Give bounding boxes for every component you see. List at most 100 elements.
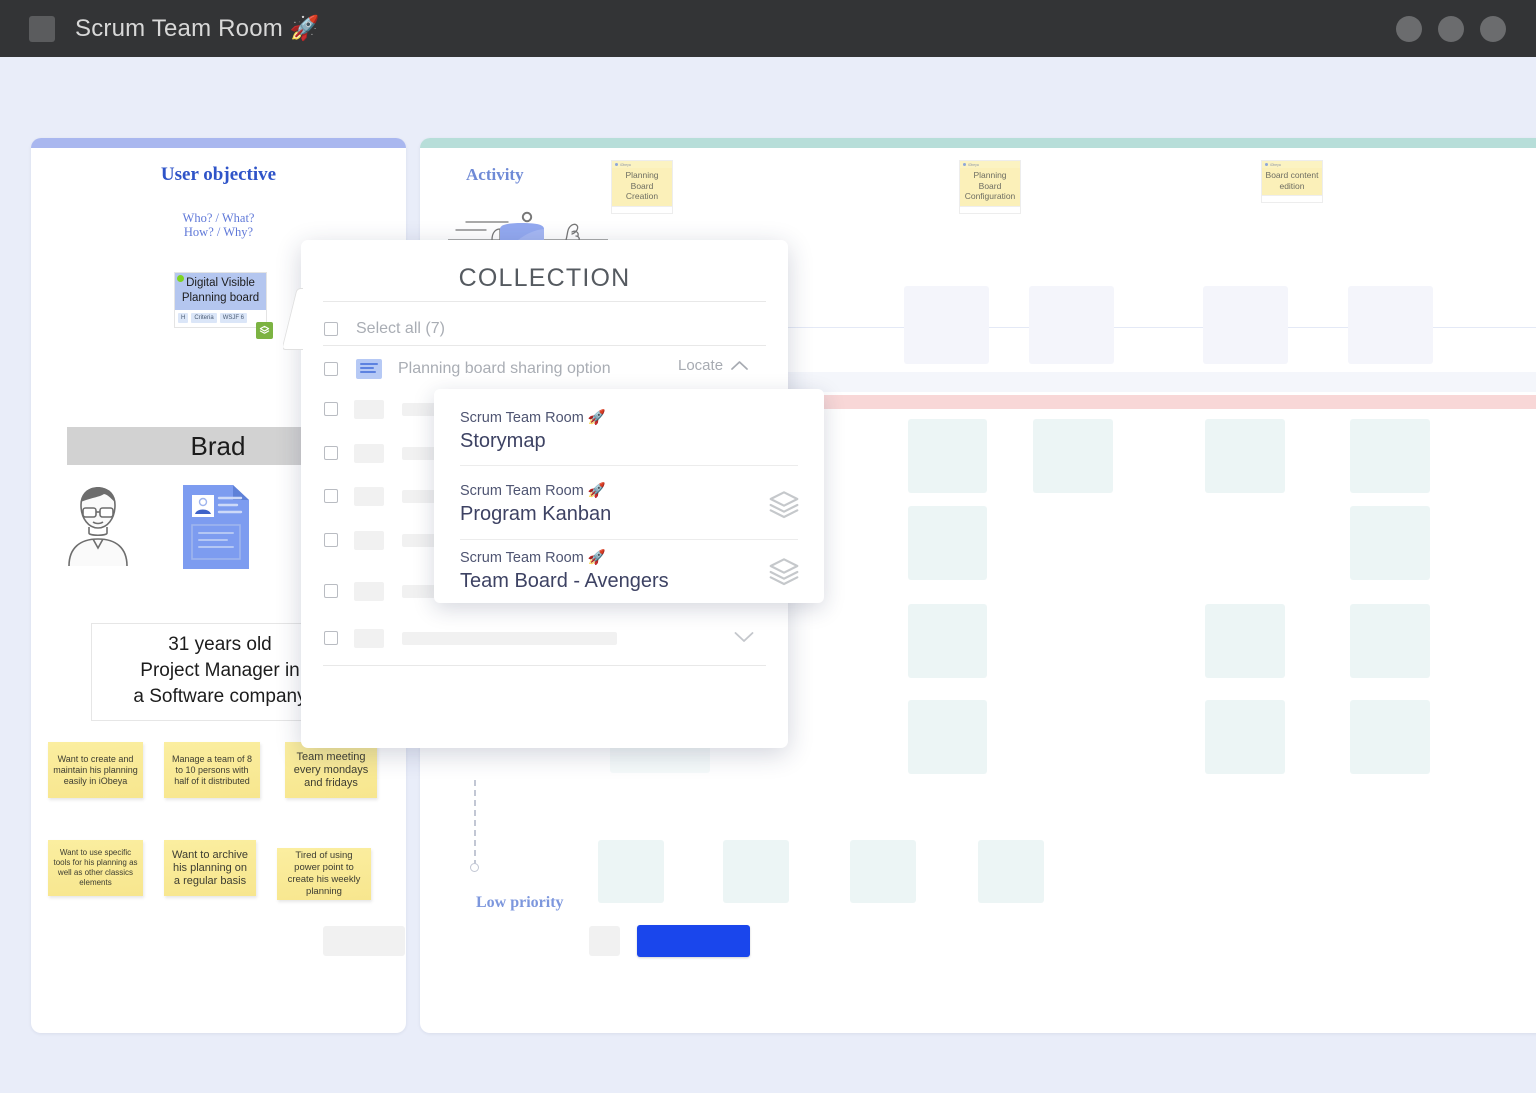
card-tags: H Criteria WSJF 6 (175, 310, 266, 327)
note-dot-icon (615, 163, 618, 166)
priority-axis-endpoint-icon (470, 863, 479, 872)
priority-axis-line (474, 780, 476, 866)
subheading-line-2: How? / Why? (31, 225, 406, 239)
planning-board-card[interactable]: Digital Visible Planning board H Criteri… (174, 272, 267, 328)
select-all-row[interactable]: Select all (7) (324, 316, 767, 342)
activity-note[interactable]: iObeya Planning Board Creation (611, 160, 673, 214)
modal-title-divider (323, 301, 766, 302)
item-thumbnail-placeholder (354, 629, 384, 648)
board-tile[interactable] (908, 506, 987, 580)
title-bar: Scrum Team Room 🚀 (0, 0, 1536, 57)
locate-label: Locate (678, 357, 723, 374)
dropdown-item[interactable]: Scrum Team Room 🚀 Storymap (460, 409, 800, 454)
board-tile[interactable] (1205, 700, 1285, 774)
sticky-note[interactable]: Manage a team of 8 to 10 persons with ha… (164, 742, 260, 798)
board-tile[interactable] (978, 840, 1044, 903)
board-tile[interactable] (1205, 604, 1285, 678)
board-tile[interactable] (908, 419, 987, 493)
locate-dropdown: Scrum Team Room 🚀 Storymap Scrum Team Ro… (434, 389, 824, 603)
dropdown-item-room: Scrum Team Room 🚀 (460, 482, 800, 500)
app-root: Scrum Team Room 🚀 User objective Who? / … (0, 0, 1536, 1093)
note-meta-text: iObeya (620, 163, 631, 167)
board-tile[interactable] (723, 840, 789, 903)
dropdown-divider (460, 465, 798, 466)
document-icon (181, 483, 251, 576)
board-tile[interactable] (1350, 604, 1430, 678)
activity-note[interactable]: iObeya Planning Board Configuration (959, 160, 1021, 214)
select-all-checkbox[interactable] (324, 322, 338, 336)
note-text: Planning Board Configuration (960, 168, 1020, 206)
chevron-up-icon[interactable] (731, 360, 748, 371)
secondary-button[interactable] (323, 926, 405, 956)
item-checkbox[interactable] (324, 631, 338, 645)
note-footer (1262, 195, 1322, 202)
item-thumbnail-placeholder (354, 531, 384, 550)
item-label-placeholder (402, 632, 617, 645)
select-all-label: Select all (7) (356, 320, 445, 338)
layers-icon[interactable] (768, 556, 800, 593)
board-tile[interactable] (904, 286, 989, 364)
item-checkbox[interactable] (324, 446, 338, 460)
modal-pointer-notch (283, 282, 303, 356)
note-meta-text: iObeya (968, 163, 979, 167)
dropdown-item-name: Program Kanban (460, 501, 800, 527)
panel-subheading: Who? / What? How? / Why? (31, 211, 406, 239)
item-thumbnail-placeholder (354, 444, 384, 463)
board-tile[interactable] (1350, 419, 1430, 493)
board-tile[interactable] (1350, 506, 1430, 580)
card-tag: WSJF 6 (220, 313, 247, 323)
board-tile[interactable] (1205, 419, 1285, 493)
layers-icon[interactable] (768, 489, 800, 526)
note-meta-text: iObeya (1270, 163, 1281, 167)
status-dot-icon (177, 275, 184, 282)
note-text: Planning Board Creation (612, 168, 672, 206)
avatar (63, 478, 133, 573)
board-tile[interactable] (598, 840, 664, 903)
panel-top-bar (420, 138, 1536, 148)
sticky-note[interactable]: Team meeting every mondays and fridays (285, 742, 377, 798)
item-checkbox[interactable] (324, 584, 338, 598)
close-button[interactable] (1480, 16, 1506, 42)
board-tile[interactable] (1033, 419, 1113, 493)
locate-control[interactable]: Locate (678, 357, 748, 374)
card-tag: H (178, 313, 188, 323)
sticky-note[interactable]: Tired of using power point to create his… (277, 848, 371, 900)
board-tile[interactable] (1348, 286, 1433, 364)
item-checkbox[interactable] (324, 533, 338, 547)
item-checkbox[interactable] (324, 489, 338, 503)
board-tile[interactable] (908, 604, 987, 678)
note-dot-icon (963, 163, 966, 166)
chevron-down-icon[interactable] (734, 631, 754, 643)
board-tile[interactable] (1203, 286, 1288, 364)
card-text: Digital Visible Planning board (175, 273, 266, 310)
board-tile[interactable] (850, 840, 916, 903)
activity-heading: Activity (466, 165, 524, 185)
note-text: Board content edition (1262, 168, 1322, 195)
sticky-note[interactable]: Want to archive his planning on a regula… (164, 840, 256, 896)
panel-top-bar (31, 138, 406, 148)
maximize-button[interactable] (1438, 16, 1464, 42)
modal-title: COLLECTION (301, 264, 788, 293)
item-checkbox[interactable] (324, 402, 338, 416)
item-checkbox[interactable] (324, 362, 338, 376)
board-tile[interactable] (1029, 286, 1114, 364)
board-tile[interactable] (1350, 700, 1430, 774)
activity-note[interactable]: iObeya Board content edition (1261, 160, 1323, 203)
app-square-icon (29, 16, 55, 42)
dropdown-item[interactable]: Scrum Team Room 🚀 Team Board - Avengers (460, 549, 800, 594)
item-thumbnail-placeholder (354, 487, 384, 506)
dropdown-item[interactable]: Scrum Team Room 🚀 Program Kanban (460, 482, 800, 527)
minimize-button[interactable] (1396, 16, 1422, 42)
card-tag: Criteria (191, 313, 216, 323)
item-thumbnail-placeholder (354, 400, 384, 419)
tertiary-button[interactable] (589, 926, 620, 956)
collection-item-row[interactable] (324, 624, 767, 652)
note-meta: iObeya (960, 161, 1020, 168)
window-controls (1396, 16, 1506, 42)
sticky-note[interactable]: Want to create and maintain his planning… (48, 742, 143, 798)
board-tile[interactable] (908, 700, 987, 774)
dropdown-item-name: Storymap (460, 428, 800, 454)
sticky-note[interactable]: Want to use specific tools for his plann… (48, 840, 143, 896)
dropdown-item-name: Team Board - Avengers (460, 568, 800, 594)
primary-action-button[interactable] (637, 925, 750, 957)
